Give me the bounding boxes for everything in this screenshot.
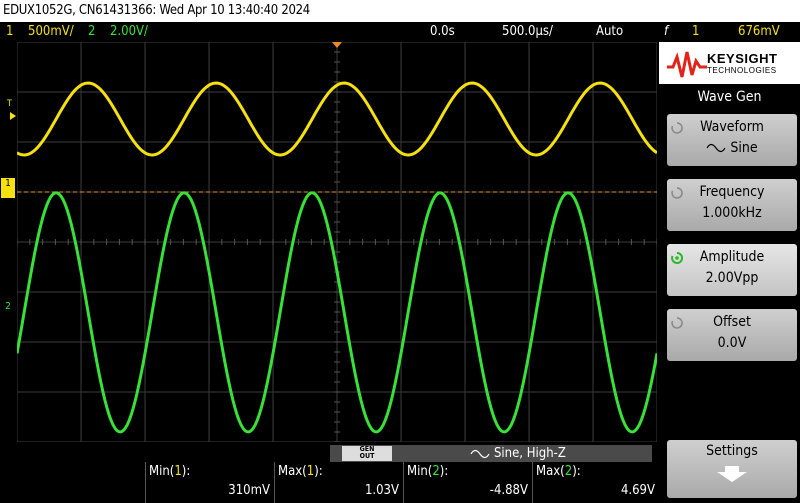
- ch1-scale[interactable]: 500mV/: [28, 22, 74, 42]
- waveform-display[interactable]: [17, 42, 657, 442]
- measurement-max1[interactable]: Max(1): 1.03V: [274, 462, 403, 503]
- settings-softkey[interactable]: Settings: [667, 440, 797, 498]
- frequency-label: Frequency: [699, 184, 765, 200]
- trigger-arrow-icon: [10, 112, 16, 120]
- ch1-ground-marker[interactable]: 1: [1, 178, 15, 198]
- settings-label: Settings: [706, 443, 758, 459]
- softkey-panel: KEYSIGHT TECHNOLOGIES Wave Gen Waveform …: [659, 42, 800, 503]
- submenu-arrow-icon: [717, 466, 747, 482]
- measurement-bar: Min(1): 310mV Max(1): 1.03V Min(2): -4.8…: [0, 462, 659, 503]
- trigger-level[interactable]: 676mV: [738, 22, 780, 42]
- trigger-source[interactable]: 1: [692, 22, 699, 42]
- trigger-marker: T: [7, 99, 12, 109]
- ch1-marker-label: 1: [5, 178, 11, 189]
- measurement-value: 1.03V: [364, 483, 399, 498]
- timebase-readout[interactable]: 500.0µs/: [502, 22, 553, 42]
- trigger-position-marker: [332, 42, 342, 48]
- amplitude-softkey[interactable]: Amplitude 2.00Vpp: [667, 244, 797, 296]
- waveform-softkey[interactable]: Waveform Sine: [667, 114, 797, 166]
- waveform-value: Sine: [730, 140, 758, 156]
- wavegen-text: Sine, High-Z: [494, 446, 566, 461]
- ch2-ground-marker[interactable]: 2: [1, 302, 15, 322]
- menu-title: Wave Gen: [697, 89, 762, 105]
- status-bar: 1 500mV/ 2 2.00V/ 0.0s 500.0µs/ Auto f 1…: [0, 22, 800, 42]
- scope-graticule: [17, 42, 657, 442]
- measurement-value: 310mV: [228, 483, 270, 498]
- logo-text-technologies: TECHNOLOGIES: [707, 66, 777, 75]
- measurement-label: Max(2):: [536, 464, 581, 479]
- waveform-label: Waveform: [700, 119, 764, 135]
- frequency-softkey[interactable]: Frequency 1.000kHz: [667, 179, 797, 231]
- measurement-value: 4.69V: [620, 483, 655, 498]
- ch2-marker-label: 2: [5, 301, 11, 312]
- frequency-value: 1.000kHz: [702, 205, 762, 221]
- trigger-mode[interactable]: Auto: [596, 22, 623, 42]
- offset-softkey[interactable]: Offset 0.0V: [667, 309, 797, 361]
- measurement-label: Max(1):: [278, 464, 323, 479]
- offset-label: Offset: [713, 314, 751, 330]
- logo-text-keysight: KEYSIGHT: [707, 51, 778, 66]
- ch2-number[interactable]: 2: [88, 22, 95, 42]
- measurement-min2[interactable]: Min(2): -4.88V: [403, 462, 532, 503]
- trigger-edge-icon: f: [664, 24, 669, 39]
- keysight-logo: KEYSIGHT TECHNOLOGIES: [659, 42, 800, 84]
- wavegen-status-bar: GEN OUT Sine, High-Z: [330, 445, 652, 462]
- sine-icon: [706, 143, 726, 153]
- ch2-scale[interactable]: 2.00V/: [110, 22, 148, 42]
- keysight-wave-icon: [667, 51, 707, 78]
- measurement-label: Min(1):: [149, 464, 191, 479]
- sine-icon: [470, 449, 490, 459]
- ch1-number[interactable]: 1: [6, 22, 13, 42]
- amplitude-label: Amplitude: [699, 249, 765, 265]
- gen-out-button[interactable]: GEN OUT: [342, 446, 392, 461]
- gen-out-bottom: OUT: [359, 452, 375, 460]
- measurement-min1[interactable]: Min(1): 310mV: [145, 462, 274, 503]
- delay-readout[interactable]: 0.0s: [430, 22, 455, 42]
- waveform-value-row: Sine: [667, 140, 797, 156]
- measurement-max2[interactable]: Max(2): 4.69V: [532, 462, 659, 503]
- amplitude-value: 2.00Vpp: [705, 270, 759, 286]
- offset-value: 0.0V: [717, 335, 747, 351]
- title-bar: EDUX1052G, CN61431366: Wed Apr 10 13:40:…: [0, 0, 800, 22]
- measurement-value: -4.88V: [489, 483, 528, 498]
- measurement-label: Min(2):: [407, 464, 449, 479]
